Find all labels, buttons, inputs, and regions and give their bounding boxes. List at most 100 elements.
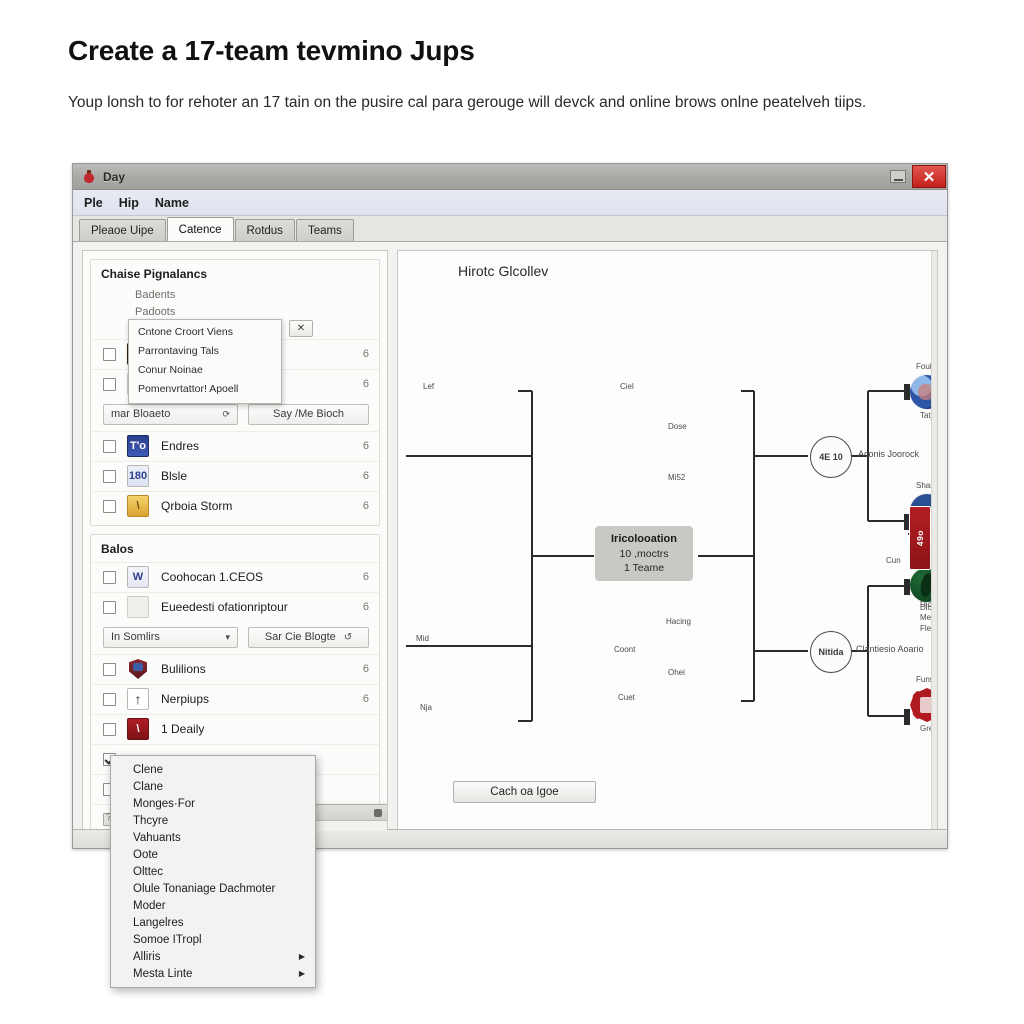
ctx-label: Monges·For bbox=[133, 797, 195, 810]
bracket-center-box[interactable]: Iricolooation 10 ,moctrs 1 Teame bbox=[595, 526, 693, 582]
shield-icon bbox=[127, 658, 149, 680]
tab-catence[interactable]: Catence bbox=[166, 217, 234, 241]
context-menu-item[interactable]: Mesta Linte ▶ bbox=[111, 965, 315, 982]
ctx-label: Somoe ITropl bbox=[133, 933, 202, 946]
window-titlebar[interactable]: Day ✕ bbox=[73, 164, 947, 190]
team-icon: \ bbox=[127, 495, 149, 518]
edge-label: Nja bbox=[420, 703, 433, 712]
window-title: Day bbox=[103, 169, 126, 184]
ctx-label: Thcyre bbox=[133, 814, 169, 827]
row-checkbox[interactable] bbox=[103, 662, 116, 676]
group1-title: Chaise Pignalancs bbox=[101, 267, 208, 281]
group2-action-button[interactable]: Sar Cie Blogte ↺ bbox=[248, 626, 369, 648]
group2-combo[interactable]: In Somlirs ▾ bbox=[103, 626, 238, 648]
row-checkbox[interactable] bbox=[103, 469, 116, 483]
context-menu-item[interactable]: Somoe ITropl bbox=[111, 931, 315, 948]
context-menu-item[interactable]: Olule Tonaniage Dachmoter bbox=[111, 880, 315, 897]
context-menu-item[interactable]: Moder bbox=[111, 897, 315, 914]
list-item[interactable]: W Coohocan 1.CEOS 6 bbox=[91, 561, 379, 592]
row-checkbox[interactable] bbox=[103, 499, 116, 513]
group2-title: Balos bbox=[101, 541, 134, 556]
mini-dropdown-menu[interactable]: Cntone Croort Viens Parrontaving Tals Co… bbox=[128, 319, 282, 404]
mini-menu-item-1[interactable]: Parrontaving Tals bbox=[129, 342, 281, 361]
bracket-action-button[interactable]: Cach oa Igoe bbox=[453, 781, 596, 803]
article-header: Create a 17-team tevmino Jups Youp lonsh… bbox=[68, 34, 948, 115]
team-icon: 180 bbox=[127, 465, 149, 488]
menu-item-help[interactable]: Hip bbox=[119, 196, 139, 210]
bracket-panel: Hirotc Glcollev Lef Mid Nja Ciel Dose Mi… bbox=[397, 250, 938, 832]
app-bulb-icon bbox=[82, 169, 96, 184]
tab-teams[interactable]: Teams bbox=[295, 219, 354, 241]
list-item[interactable]: T'o Endres 6 bbox=[91, 430, 379, 461]
row-label: 1 Deaily bbox=[161, 722, 205, 737]
menu-item-file[interactable]: Ple bbox=[84, 196, 103, 210]
context-menu[interactable]: Clene Clane Monges·For Thcyre Vahuants O… bbox=[110, 755, 316, 988]
sub-dialog-corner-icon bbox=[374, 808, 382, 817]
row-label: Qrboia Storm bbox=[161, 499, 233, 514]
list-item[interactable]: ↑ Nerpiups 6 bbox=[91, 683, 379, 714]
close-button[interactable]: ✕ bbox=[912, 165, 946, 188]
team-icon: T'o bbox=[127, 435, 149, 458]
list-item[interactable]: Eueedesti ofationriptour 6 bbox=[91, 591, 379, 622]
group2-action-label: Sar Cie Blogte bbox=[264, 631, 336, 644]
context-menu-item[interactable]: Vahuants bbox=[111, 829, 315, 846]
row-checkbox[interactable] bbox=[103, 722, 116, 736]
center-box-line3: 1 Teame bbox=[623, 562, 665, 575]
round-node[interactable]: Nitida bbox=[810, 631, 852, 673]
list-item[interactable]: 180 Blsle 6 bbox=[91, 460, 379, 491]
page-title: Create a 17-team tevmino Jups bbox=[68, 35, 475, 66]
context-menu-item[interactable]: Thcyre bbox=[111, 812, 315, 829]
context-menu-item[interactable]: Alliris ▶ bbox=[111, 948, 315, 965]
team-icon: \ bbox=[127, 718, 149, 741]
ctx-label: Clene bbox=[133, 763, 164, 776]
center-box-line2: 10 ,moctrs bbox=[619, 547, 669, 560]
group1-action-button[interactable]: Say /Me Bioch bbox=[248, 403, 369, 425]
mini-menu-item-3[interactable]: Pomenvrtattor! Apoell bbox=[129, 380, 281, 399]
row-checkbox[interactable] bbox=[103, 439, 116, 453]
ctx-label: Olule Tonaniage Dachmoter bbox=[133, 882, 276, 895]
refresh-icon: ⟳ bbox=[222, 408, 230, 419]
context-menu-item[interactable]: Monges·For bbox=[111, 795, 315, 812]
row-checkbox[interactable] bbox=[103, 377, 116, 391]
tab-pleaoe-uipe[interactable]: Pleaoe Uipe bbox=[79, 219, 166, 241]
row-checkbox[interactable] bbox=[103, 692, 116, 706]
group1-combo[interactable]: mar Bloaeto ⟳ bbox=[103, 403, 238, 425]
minimize-button[interactable] bbox=[890, 170, 906, 183]
row-label: Bulilions bbox=[161, 662, 206, 677]
group1-combo-value: mar Bloaeto bbox=[111, 408, 171, 421]
round-node[interactable]: 4E 10 bbox=[810, 436, 852, 478]
arrow-icon: ↑ bbox=[127, 688, 149, 711]
mini-menu-item-2[interactable]: Conur Noinae bbox=[129, 361, 281, 380]
mini-menu-close-button[interactable]: ✕ bbox=[289, 320, 313, 337]
tab-rotdus[interactable]: Rotdus bbox=[234, 219, 295, 241]
edge-label: Coont bbox=[614, 645, 636, 654]
menu-item-name[interactable]: Name bbox=[155, 196, 189, 210]
context-menu-item[interactable]: Clene bbox=[111, 761, 315, 778]
edge-label: Lef bbox=[423, 382, 435, 391]
side-tab-button[interactable]: 49o bbox=[909, 506, 931, 570]
list-item[interactable]: \ 1 Deaily bbox=[91, 713, 379, 744]
list-item[interactable]: Bulilions 6 bbox=[91, 653, 379, 684]
chevron-down-icon: ▾ bbox=[225, 631, 230, 642]
article-paragraph: Youp lonsh to for rehoter an 17 tain on … bbox=[68, 93, 867, 111]
row-count: 6 bbox=[362, 571, 369, 584]
submenu-caret-icon: ▶ bbox=[298, 969, 305, 978]
bracket-scrollbar[interactable] bbox=[931, 251, 937, 831]
row-label: Blsle bbox=[161, 469, 188, 484]
row-label: Endres bbox=[161, 439, 200, 454]
puzzle-icon bbox=[127, 596, 149, 619]
node-text: Clantiesio Aoario bbox=[856, 644, 924, 654]
mini-menu-item-0[interactable]: Cntone Croort Viens bbox=[129, 323, 281, 342]
context-menu-item[interactable]: Oote bbox=[111, 846, 315, 863]
list-item[interactable]: \ Qrboia Storm 6 bbox=[91, 490, 379, 521]
context-menu-item[interactable]: Langelres bbox=[111, 914, 315, 931]
edge-label: Ciel bbox=[620, 382, 634, 391]
row-checkbox[interactable] bbox=[103, 600, 116, 614]
context-menu-item[interactable]: Olttec bbox=[111, 863, 315, 880]
edge-label: Mi52 bbox=[668, 473, 686, 482]
row-label: Coohocan 1.CEOS bbox=[161, 570, 264, 585]
row-checkbox[interactable] bbox=[103, 347, 116, 361]
undo-icon: ↺ bbox=[343, 631, 353, 643]
row-checkbox[interactable] bbox=[103, 570, 116, 584]
context-menu-item[interactable]: Clane bbox=[111, 778, 315, 795]
